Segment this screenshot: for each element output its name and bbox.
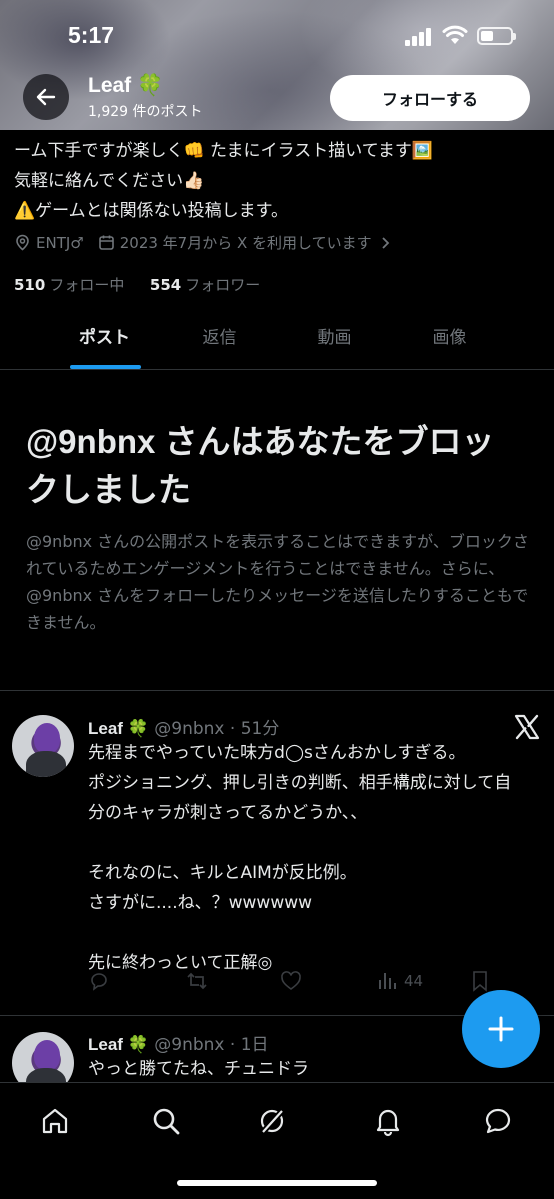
back-button[interactable] bbox=[23, 74, 69, 120]
home-icon bbox=[42, 1108, 68, 1134]
nav-messages[interactable] bbox=[478, 1101, 518, 1141]
wifi-icon bbox=[442, 25, 468, 44]
blocked-description: @9nbnx さんの公開ポストを表示することはできますが、ブロックされているため… bbox=[26, 532, 529, 632]
bio-line: ⚠️ゲームとは関係ない投稿します。 bbox=[14, 201, 288, 221]
post-header: Leaf 🍀 @9nbnx · 1日 bbox=[88, 1030, 269, 1055]
post-author-name[interactable]: Leaf 🍀 bbox=[88, 719, 149, 738]
bell-icon bbox=[376, 1109, 400, 1137]
nav-notifications[interactable] bbox=[368, 1101, 408, 1141]
repost-button[interactable] bbox=[185, 970, 209, 992]
following-count: 510 bbox=[14, 276, 46, 294]
tab-replies[interactable]: 返信 bbox=[162, 310, 277, 369]
post-header: Leaf 🍀 @9nbnx · 51分 bbox=[88, 714, 279, 739]
post-text: やっと勝てたね、チュニドラ bbox=[88, 1059, 309, 1079]
blocked-title: @9nbnx さんはあなたをブロックしました bbox=[26, 423, 495, 508]
post-handle-time: @9nbnx · 51分 bbox=[154, 719, 280, 739]
grok-icon bbox=[260, 1108, 285, 1135]
divider bbox=[0, 690, 554, 691]
followers-count: 554 bbox=[149, 276, 182, 294]
message-icon bbox=[485, 1108, 511, 1134]
location-pin-icon bbox=[16, 234, 29, 251]
followers-label: フォロワー bbox=[185, 276, 261, 294]
repost-icon bbox=[187, 972, 207, 990]
avatar[interactable] bbox=[12, 715, 74, 777]
tab-images[interactable]: 画像 bbox=[392, 310, 507, 369]
chevron-right-icon bbox=[381, 236, 389, 249]
profile-bio: ーム下手ですが楽しく👊 たまにイラスト描いてます🖼️ 気軽に絡んでください👍🏻 … bbox=[14, 136, 544, 226]
location-text: ENTJ♂ bbox=[36, 233, 84, 252]
like-button[interactable] bbox=[280, 970, 302, 992]
reply-button[interactable] bbox=[88, 970, 110, 992]
status-time: 5:17 bbox=[68, 22, 115, 48]
search-icon bbox=[153, 1108, 180, 1135]
bar-chart-icon bbox=[379, 973, 396, 989]
profile-name: Leaf 🍀 bbox=[88, 74, 164, 97]
views-button[interactable]: 44 bbox=[376, 970, 423, 992]
heart-icon bbox=[281, 971, 301, 990]
followers-link[interactable]: 554 フォロワー bbox=[150, 276, 260, 294]
follow-stats: 510 フォロー中 554 フォロワー bbox=[14, 274, 260, 295]
profile-tabs: ポスト 返信 動画 画像 bbox=[0, 310, 554, 370]
nav-search[interactable] bbox=[146, 1101, 186, 1141]
bookmark-icon bbox=[473, 971, 487, 992]
profile-header-banner: 5:17 Leaf 🍀 1,929 件のポスト フォローする bbox=[0, 0, 554, 130]
plus-icon bbox=[488, 1016, 514, 1042]
reply-icon bbox=[91, 973, 107, 991]
follow-button[interactable]: フォローする bbox=[330, 75, 530, 121]
compose-button[interactable] bbox=[462, 990, 540, 1068]
tab-videos[interactable]: 動画 bbox=[277, 310, 392, 369]
tab-posts[interactable]: ポスト bbox=[47, 310, 162, 369]
bio-line: ーム下手ですが楽しく👊 たまにイラスト描いてます🖼️ bbox=[14, 141, 434, 161]
profile-meta: ENTJ♂ 2023 年7月から X を利用しています bbox=[14, 232, 411, 253]
cellular-signal-icon bbox=[405, 28, 435, 46]
joined-text: 2023 年7月から X を利用しています bbox=[119, 234, 372, 252]
nav-home[interactable] bbox=[35, 1101, 75, 1141]
x-logo-icon bbox=[514, 714, 540, 740]
battery-icon bbox=[477, 27, 516, 45]
nav-grok[interactable] bbox=[252, 1101, 292, 1141]
post-text: 先程までやっていた味方d◯sさんおかしすぎる。 ポジショニング、押し引きの判断、… bbox=[88, 743, 512, 973]
joined-item[interactable]: 2023 年7月から X を利用しています bbox=[98, 232, 397, 253]
post-count: 1,929 件のポスト bbox=[88, 104, 203, 120]
home-indicator bbox=[177, 1180, 377, 1186]
post-author-name[interactable]: Leaf 🍀 bbox=[88, 1035, 149, 1054]
post-handle-time: @9nbnx · 1日 bbox=[154, 1035, 269, 1055]
following-label: フォロー中 bbox=[49, 276, 125, 294]
calendar-icon bbox=[98, 235, 114, 250]
location-item: ENTJ♂ bbox=[14, 234, 84, 252]
status-bar: 5:17 bbox=[0, 0, 554, 70]
following-link[interactable]: 510 フォロー中 bbox=[14, 276, 124, 294]
bio-line: 気軽に絡んでください👍🏻 bbox=[14, 171, 205, 191]
arrow-left-icon bbox=[36, 88, 56, 106]
bookmark-button[interactable] bbox=[470, 970, 490, 992]
views-count: 44 bbox=[404, 972, 424, 990]
